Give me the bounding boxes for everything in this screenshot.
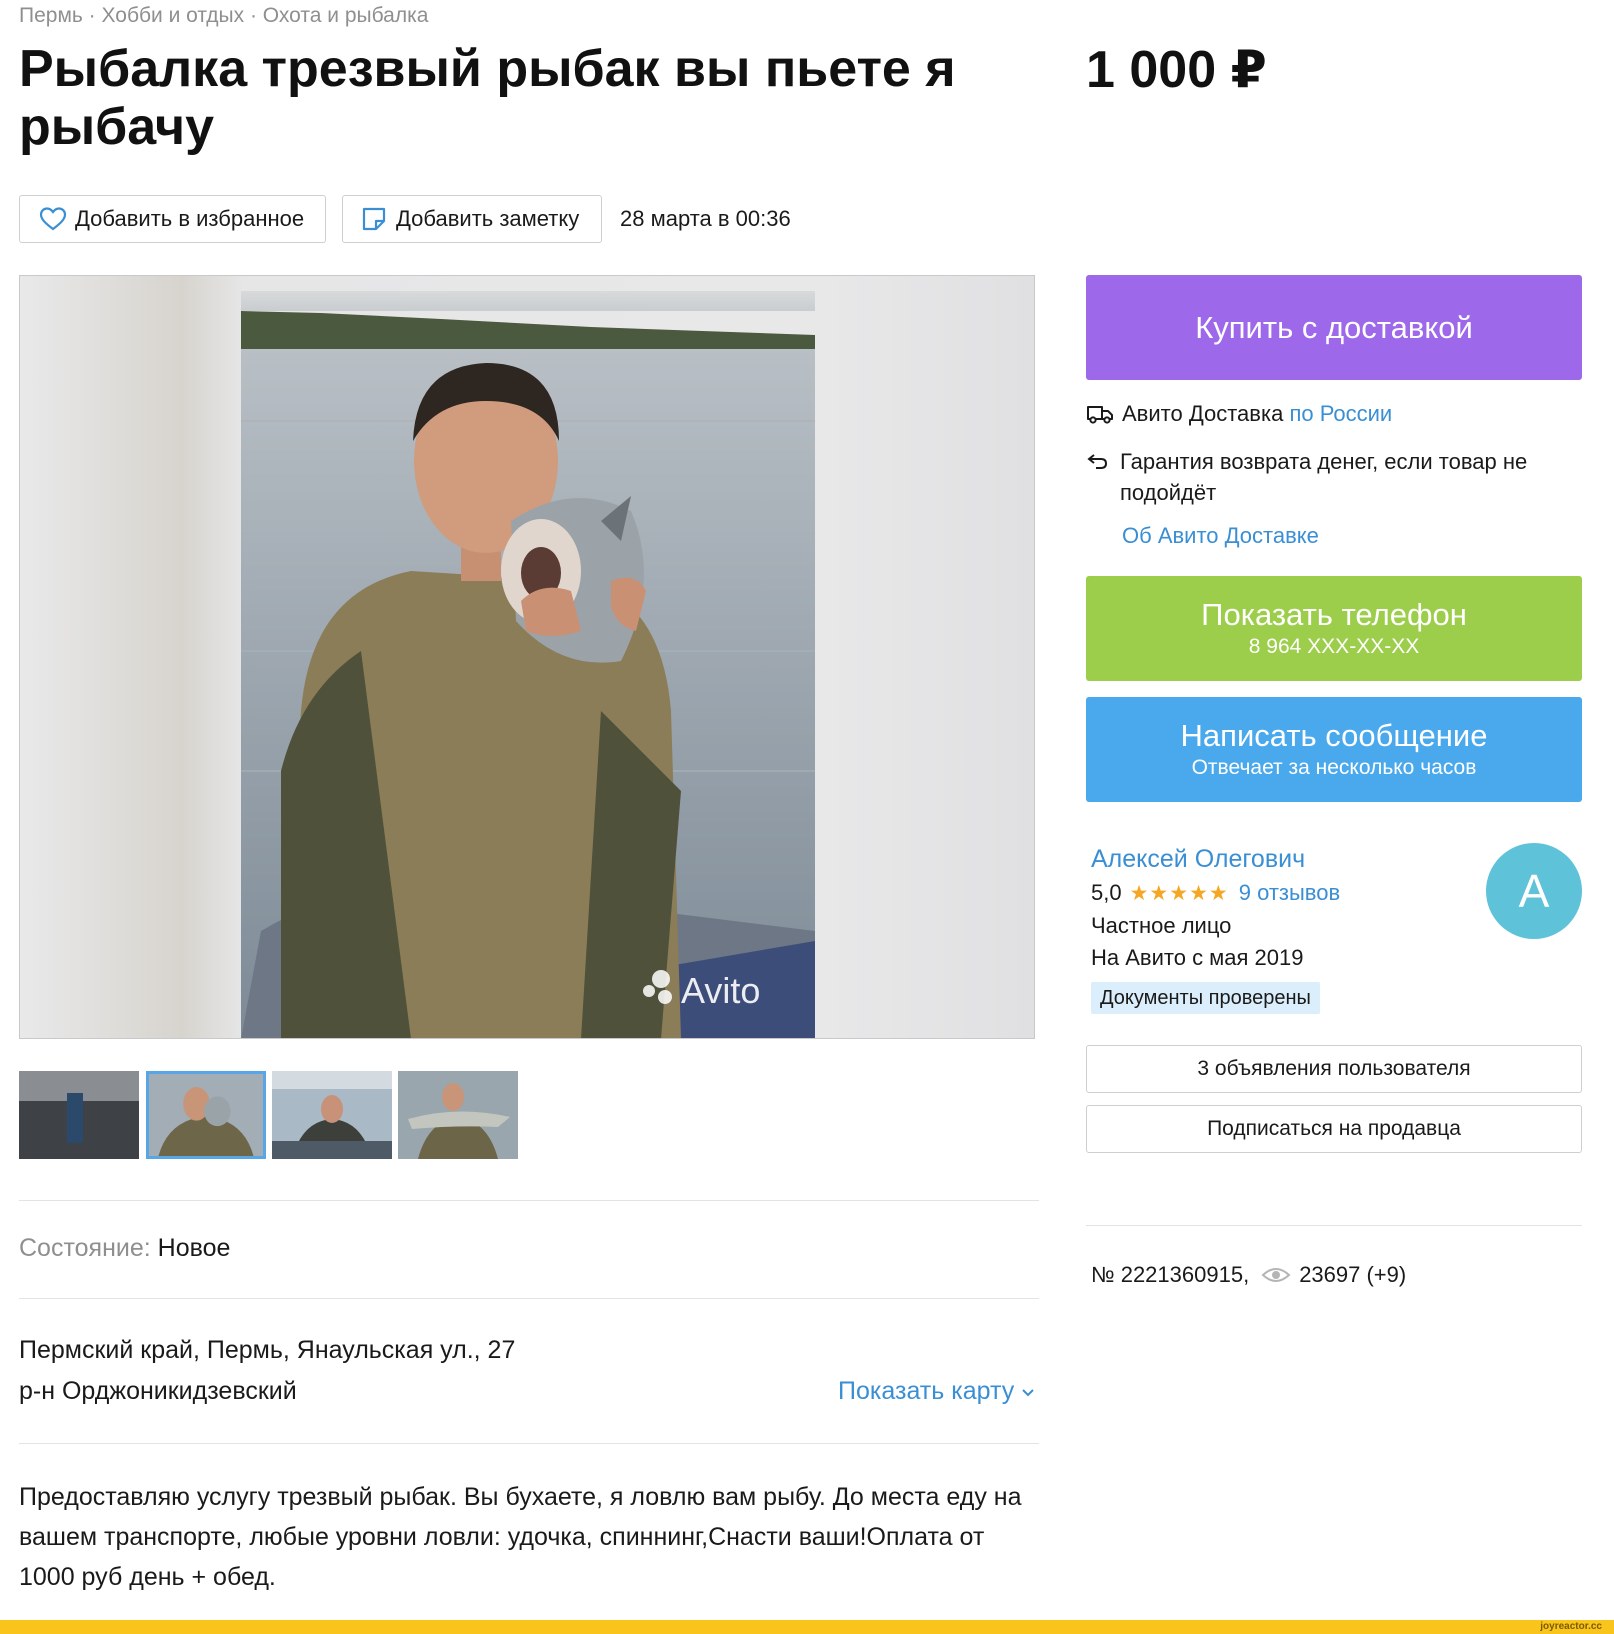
buy-with-delivery-button[interactable]: Купить с доставкой [1086,275,1582,380]
condition-value: Новое [157,1234,231,1262]
write-message-label: Написать сообщение [1180,717,1488,753]
add-to-favorites-label: Добавить в избранное [75,206,305,231]
return-arrow-icon [1087,454,1108,469]
avito-watermark: Avito [681,970,760,1011]
thumbnail-4[interactable] [398,1071,518,1159]
phone-number: 8 964 XXX-XX-XX [1248,634,1420,658]
publish-date: 28 марта в 00:36 [620,206,791,231]
price: 1 000 ₽ [1086,41,1267,99]
seller-name-link[interactable]: Алексей Олегович [1091,845,1305,874]
chevron-down-icon [1022,1388,1034,1396]
ad-number: № 2221360915, [1091,1262,1250,1287]
rating-stars: ★★★★★ [1129,881,1229,905]
money-back-guarantee: Гарантия возврата денег, если товар не п… [1086,446,1540,508]
divider [19,1298,1039,1299]
subscribe-seller-button[interactable]: Подписаться на продавца [1086,1105,1582,1153]
divider [19,1200,1039,1201]
main-photo-gallery[interactable]: Avito [19,275,1035,1039]
ad-meta: № 2221360915, 23697 (+9) [1091,1262,1406,1288]
seller-since: На Авито с мая 2019 [1091,945,1304,970]
eye-icon [1261,1268,1291,1282]
rating-value: 5,0 [1091,880,1122,905]
add-note-button[interactable]: Добавить заметку [342,195,602,243]
breadcrumb[interactable]: Пермь · Хобби и отдых · Охота и рыбалка [19,4,428,28]
page-title: Рыбалка трезвый рыбак вы пьете я рыбачу [19,40,956,156]
thumbnail-image [19,1071,139,1159]
views-count: 23697 (+9) [1299,1262,1407,1287]
delivery-text: Авито Доставка [1122,401,1284,426]
description: Предоставляю услугу трезвый рыбак. Вы бу… [19,1483,1022,1591]
site-watermark: joyreactor.cc [1540,1621,1602,1632]
add-to-favorites-button[interactable]: Добавить в избранное [19,195,326,243]
thumbnail-2[interactable] [146,1071,266,1159]
avatar[interactable]: А [1486,843,1582,939]
note-icon [362,207,386,231]
seller-type: Частное лицо [1091,913,1232,938]
delivery-info: Авито Доставка по России [1086,401,1392,427]
show-phone-label: Показать телефон [1201,596,1467,632]
thumbnail-image [272,1071,392,1159]
heart-icon [39,207,67,231]
main-photo: Avito [241,291,815,1038]
address-district: р-н Орджоникидзевский [19,1377,297,1405]
show-phone-button[interactable]: Показать телефон 8 964 XXX-XX-XX [1086,576,1582,681]
buy-with-delivery-label: Купить с доставкой [1195,309,1473,345]
thumbnail-3[interactable] [272,1071,392,1159]
add-note-label: Добавить заметку [396,206,580,231]
divider [19,1443,1039,1444]
condition-label: Состояние: [19,1234,151,1262]
show-map-link[interactable]: Показать карту [838,1377,1036,1406]
guarantee-text: Гарантия возврата денег, если товар не п… [1120,449,1528,505]
thumbnail-1[interactable] [19,1071,139,1159]
show-map-label: Показать карту [838,1377,1015,1405]
address-line-1: Пермский край, Пермь, Янаульская ул., 27 [19,1336,516,1364]
truck-icon [1087,406,1113,424]
write-message-button[interactable]: Написать сообщение Отвечает за несколько… [1086,697,1582,802]
seller-rating: 5,0 ★★★★★ 9 отзывов [1091,880,1340,906]
verified-badge: Документы проверены [1091,982,1320,1014]
delivery-region-link[interactable]: по России [1289,401,1392,427]
reviews-link[interactable]: 9 отзывов [1239,880,1340,906]
condition-row: Состояние: Новое [19,1234,230,1263]
thumbnail-image [149,1074,263,1156]
site-footer-bar [0,1620,1614,1634]
seller-ads-button[interactable]: 3 объявления пользователя [1086,1045,1582,1093]
about-delivery-link[interactable]: Об Авито Доставке [1122,523,1319,549]
divider [1086,1225,1582,1226]
response-time: Отвечает за несколько часов [1191,755,1477,779]
thumbnail-image [398,1071,518,1159]
